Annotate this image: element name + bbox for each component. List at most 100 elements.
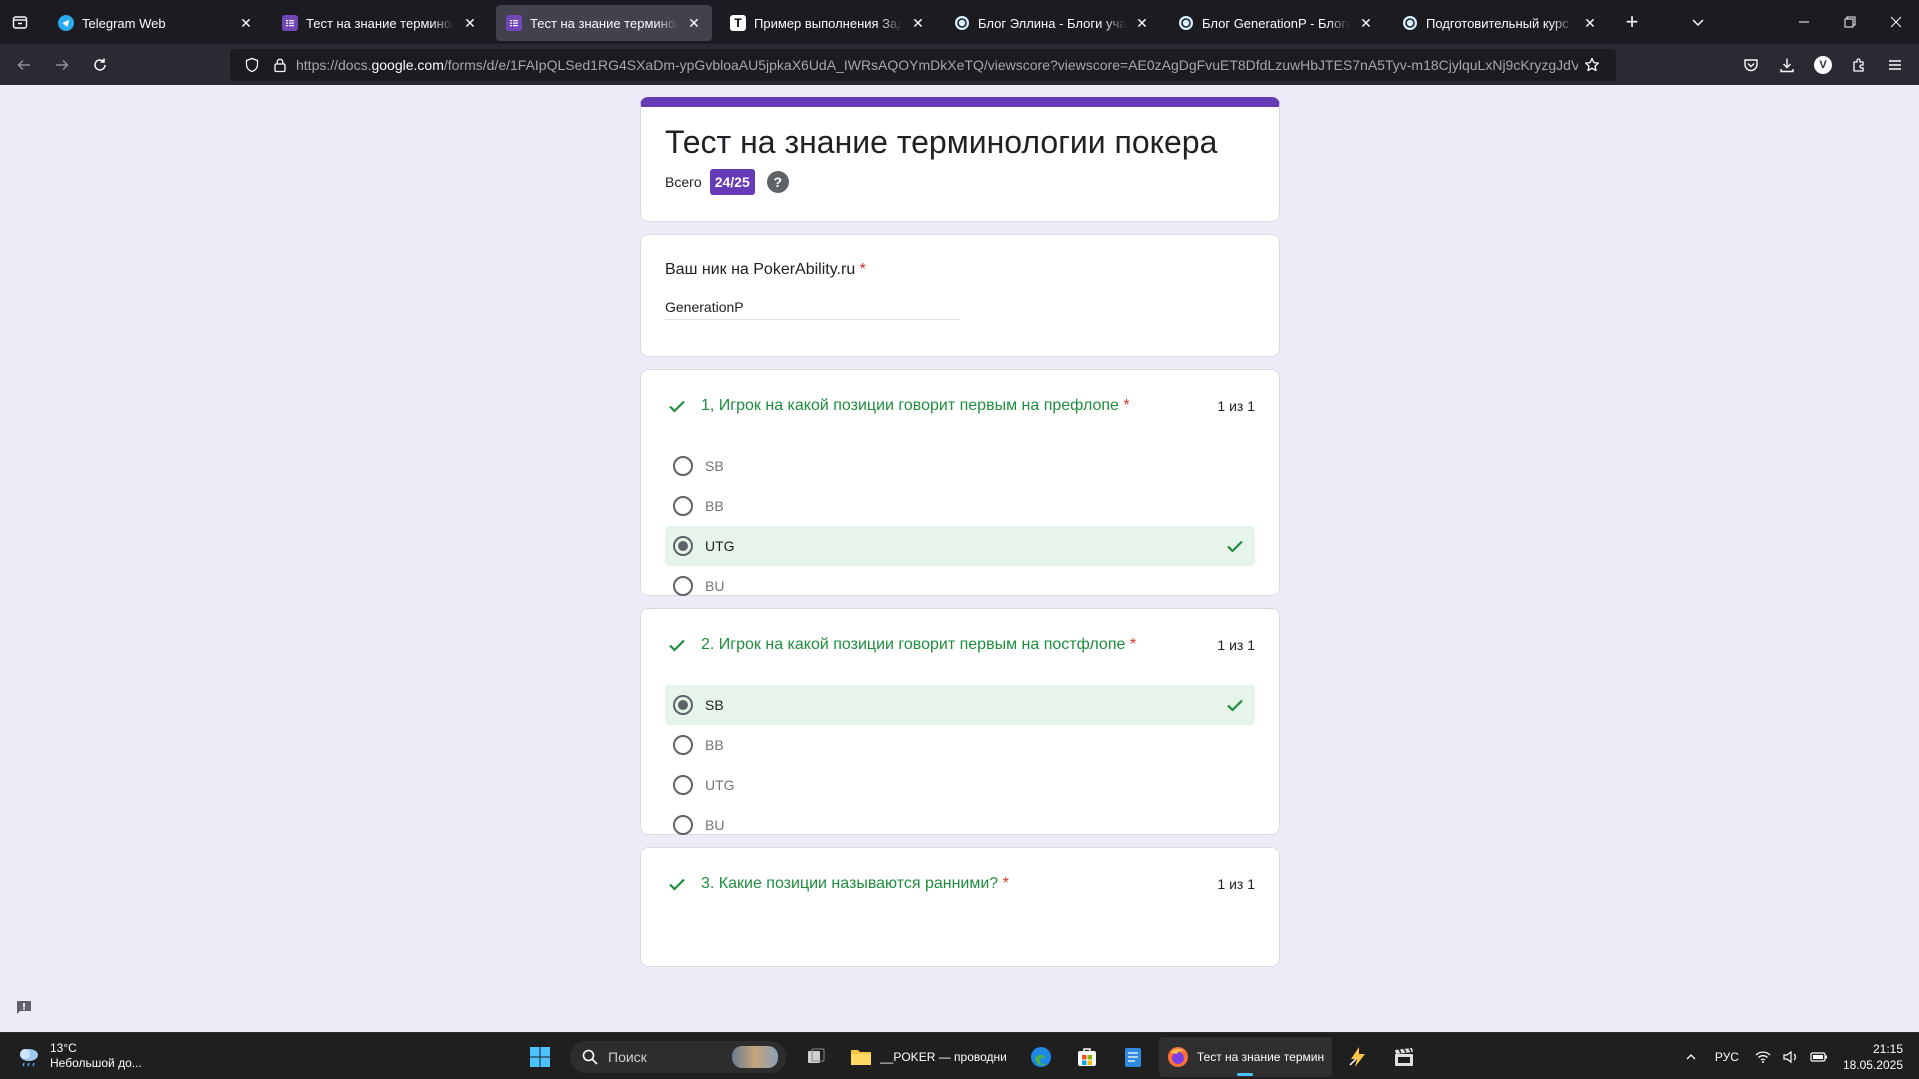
search-placeholder: Поиск (608, 1049, 647, 1065)
nick-question-text: Ваш ник на PokerAbility.ru (665, 261, 856, 278)
form-header-card: Тест на знание терминологии покера Всего… (640, 97, 1280, 222)
new-tab-icon[interactable]: + (1616, 6, 1648, 38)
tab-title: Тест на знание терминологии (306, 15, 454, 31)
url-text[interactable]: https://docs.google.com/forms/d/e/1FAIpQ… (296, 57, 1578, 73)
profile-avatar[interactable]: V (1807, 49, 1839, 81)
tab-blog-ellin[interactable]: Блог Эллина - Блоги участник ✕ (944, 5, 1160, 41)
clock[interactable]: 21:15 18.05.2025 (1843, 1041, 1903, 1073)
site-icon (954, 15, 970, 31)
close-tab-icon[interactable]: ✕ (686, 15, 702, 31)
pocket-icon[interactable] (1735, 49, 1767, 81)
option-label: UTG (705, 777, 735, 793)
question-points: 1 из 1 (1217, 637, 1255, 653)
close-tab-icon[interactable]: ✕ (238, 15, 254, 31)
url-bar[interactable]: https://docs.google.com/forms/d/e/1FAIpQ… (230, 49, 1616, 81)
weather-widget[interactable]: 13°C Небольшой до... (16, 1041, 142, 1071)
question-card-2: 2. Игрок на какой позиции говорит первым… (640, 608, 1280, 835)
question-title: 3. Какие позиции называются ранними? * (701, 875, 1217, 893)
form-column: Тест на знание терминологии покера Всего… (640, 97, 1280, 979)
option-utg: UTG (665, 765, 1255, 805)
forward-arrow-icon[interactable] (44, 49, 80, 81)
weather-text: 13°C Небольшой до... (50, 1041, 142, 1071)
battery-icon[interactable] (1805, 1037, 1833, 1077)
app-menu-hamburger-icon[interactable] (1879, 49, 1911, 81)
tab-forms-2-active[interactable]: Тест на знание терминологии ✕ (496, 5, 712, 41)
tracking-protection-shield-icon[interactable] (240, 53, 264, 77)
score-row: Всего 24/25 ? (665, 169, 1255, 195)
clapperboard-app-icon[interactable] (1384, 1037, 1424, 1077)
help-icon[interactable]: ? (766, 171, 789, 193)
clock-date: 18.05.2025 (1842, 1057, 1903, 1072)
nick-question-label: Ваш ник на PokerAbility.ru * (665, 261, 1255, 279)
tab-forms-1[interactable]: Тест на знание терминологии ✕ (272, 5, 488, 41)
show-hidden-icons-chevron-icon[interactable] (1677, 1037, 1705, 1077)
question-title: 1, Игрок на какой позиции говорит первым… (701, 397, 1217, 415)
option-bb: BB (665, 486, 1255, 526)
question-card-1: 1, Игрок на какой позиции говорит первым… (640, 369, 1280, 596)
taskbar-app-label: __POKER — проводни (880, 1050, 1007, 1064)
navigation-bar: https://docs.google.com/forms/d/e/1FAIpQ… (0, 44, 1919, 85)
taskbar-firefox[interactable]: Тест на знание термин (1158, 1037, 1333, 1077)
option-label: SB (705, 697, 724, 713)
downloads-icon[interactable] (1771, 49, 1803, 81)
option-utg-correct: UTG (665, 526, 1255, 566)
taskbar-app-label: Тест на знание термин (1196, 1050, 1325, 1064)
microsoft-store-icon[interactable] (1067, 1037, 1107, 1077)
taskbar-apps: Поиск __POKER — проводни Тест на знание … (520, 1037, 1424, 1077)
telegraph-icon: T (730, 15, 746, 31)
clock-time: 21:15 (1872, 1041, 1903, 1056)
tab-telegraph[interactable]: T Пример выполнения Задания ✕ (720, 5, 936, 41)
tab-list-chevron-icon[interactable] (1675, 0, 1721, 44)
tab-title: Подготовительный курс Покер (1426, 15, 1574, 31)
minimize-icon[interactable] (1781, 0, 1827, 44)
answer-options: SB BB UTG BU (665, 446, 1255, 606)
notepad-icon[interactable] (1113, 1037, 1153, 1077)
close-tab-icon[interactable]: ✕ (462, 15, 478, 31)
taskbar-search[interactable]: Поиск (570, 1041, 786, 1073)
option-label: BB (705, 498, 724, 514)
tab-blog-generationp[interactable]: Блог GenerationP - Блоги учас ✕ (1168, 5, 1384, 41)
task-view-icon[interactable] (796, 1037, 836, 1077)
tab-title: Блог GenerationP - Блоги учас (1202, 15, 1350, 31)
bookmark-star-icon[interactable] (1578, 57, 1606, 73)
url-domain: google.com (371, 57, 444, 73)
form-title: Тест на знание терминологии покера (665, 124, 1218, 160)
taskbar-file-explorer[interactable]: __POKER — проводни (842, 1037, 1015, 1077)
question-points: 1 из 1 (1217, 398, 1255, 414)
close-tab-icon[interactable]: ✕ (910, 15, 926, 31)
question-header: 3. Какие позиции называются ранними? * 1… (665, 872, 1255, 896)
tab-telegram[interactable]: Telegram Web ✕ (48, 5, 264, 41)
extensions-puzzle-icon[interactable] (1843, 49, 1875, 81)
folder-icon (851, 1050, 871, 1065)
volume-icon[interactable] (1777, 1037, 1805, 1077)
answer-options: SB BB UTG BU (665, 685, 1255, 845)
option-label: BU (705, 578, 725, 594)
report-feedback-icon[interactable] (12, 996, 36, 1020)
option-bu: BU (665, 566, 1255, 606)
windows-start-icon[interactable] (520, 1037, 560, 1077)
close-tab-icon[interactable]: ✕ (1582, 15, 1598, 31)
reload-icon[interactable] (82, 49, 118, 81)
profile-letter: V (1814, 55, 1832, 74)
radio-button-selected (673, 695, 693, 715)
tab-poker-course[interactable]: Подготовительный курс Покер ✕ (1392, 5, 1608, 41)
page-content: Тест на знание терминологии покера Всего… (0, 85, 1919, 1032)
lock-icon[interactable] (268, 53, 292, 77)
close-tab-icon[interactable]: ✕ (1358, 15, 1374, 31)
back-arrow-icon[interactable] (6, 49, 42, 81)
restore-icon[interactable] (1827, 0, 1873, 44)
url-path: /forms/d/e/1FAIpQLSed1RG4SXaDm-ypGvbloaA… (443, 57, 1578, 73)
input-language[interactable]: РУС (1715, 1050, 1739, 1064)
windows-taskbar: 13°C Небольшой до... Поиск __POKER — про… (0, 1032, 1919, 1079)
close-tab-icon[interactable]: ✕ (1134, 15, 1150, 31)
google-forms-icon (506, 15, 522, 31)
telegram-icon (58, 15, 74, 31)
option-bb: BB (665, 725, 1255, 765)
wifi-icon[interactable] (1749, 1037, 1777, 1077)
all-tabs-icon[interactable] (0, 0, 40, 44)
close-window-icon[interactable] (1873, 0, 1919, 44)
site-icon (1402, 15, 1418, 31)
app-lightning-icon[interactable] (1338, 1037, 1378, 1077)
tab-title: Тест на знание терминологии (530, 15, 678, 31)
edge-browser-icon[interactable] (1021, 1037, 1061, 1077)
